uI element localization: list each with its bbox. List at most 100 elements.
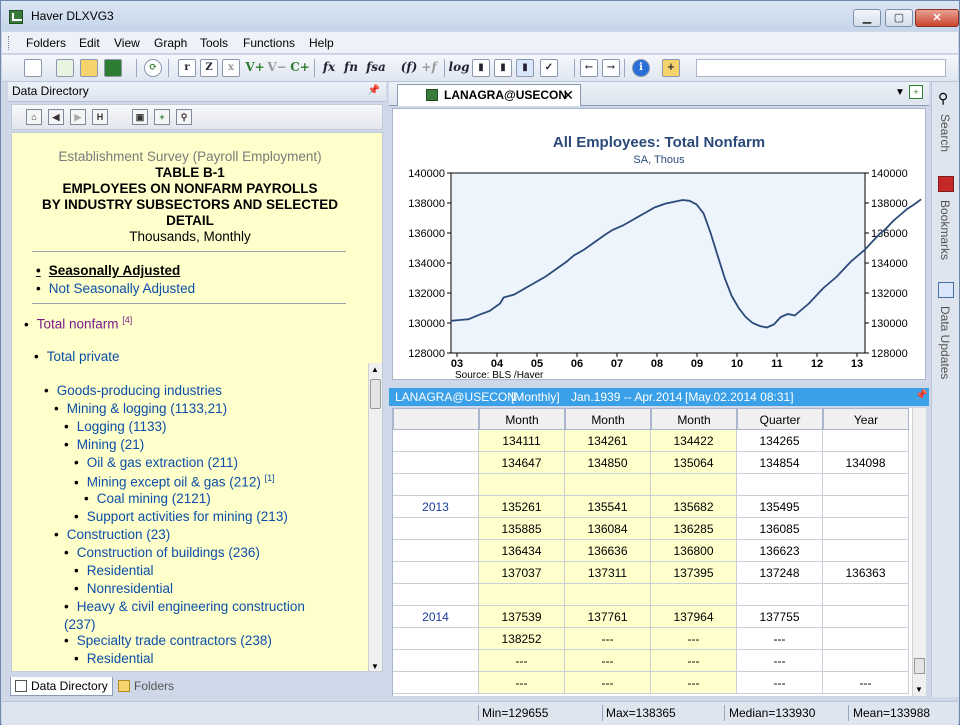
tree-item[interactable]: Residential <box>74 651 154 666</box>
tree-item[interactable]: Mining & logging (1133,21) <box>54 401 227 416</box>
table-cell[interactable]: 136084 <box>565 518 651 540</box>
table-cell[interactable] <box>823 474 909 496</box>
table-cell[interactable]: 134261 <box>565 430 651 452</box>
row-year-cell[interactable] <box>393 452 479 474</box>
forward-arrow-icon[interactable]: → <box>602 59 620 77</box>
fn-button[interactable]: fn <box>342 59 360 77</box>
tree-item[interactable]: Heavy & civil engineering construction <box>64 599 305 614</box>
table-cell[interactable]: 135541 <box>565 496 651 518</box>
tab-bookmarks[interactable]: Bookmarks <box>934 172 958 272</box>
menu-tools[interactable]: Tools <box>200 36 228 50</box>
table-cell[interactable] <box>823 496 909 518</box>
add-series-icon[interactable]: + <box>154 109 170 125</box>
table-cell[interactable]: 135495 <box>737 496 823 518</box>
row-year-cell[interactable] <box>393 584 479 606</box>
row-year-cell[interactable]: 2013 <box>393 496 479 518</box>
table-cell[interactable]: --- <box>565 628 651 650</box>
row-year-cell[interactable] <box>393 628 479 650</box>
row-year-cell[interactable] <box>393 650 479 672</box>
table-cell[interactable] <box>823 540 909 562</box>
tree-item[interactable]: Support activities for mining (213) <box>74 509 288 524</box>
table-cell[interactable]: 134854 <box>737 452 823 474</box>
table-cell[interactable]: --- <box>823 672 909 694</box>
tab-data-updates[interactable]: Data Updates <box>934 278 958 388</box>
table-cell[interactable] <box>737 584 823 606</box>
directory-scrollbar[interactable]: ▲ ▼ <box>368 363 382 671</box>
table-cell[interactable]: --- <box>565 672 651 694</box>
column-header[interactable]: Year <box>823 408 909 430</box>
table-cell[interactable]: 136636 <box>565 540 651 562</box>
table-cell[interactable]: 136363 <box>823 562 909 584</box>
table-cell[interactable]: 137037 <box>479 562 565 584</box>
c-plus-button[interactable]: C+ <box>289 59 311 77</box>
scroll-up-icon[interactable]: ▲ <box>371 365 379 374</box>
close-button[interactable]: ✕ <box>915 9 959 27</box>
paren-f-button[interactable]: (f) <box>398 59 420 77</box>
forward-icon[interactable]: ▶ <box>70 109 86 125</box>
back-arrow-icon[interactable]: ← <box>580 59 598 77</box>
info-icon[interactable]: i <box>632 59 650 77</box>
v-plus-button[interactable]: V+ <box>244 59 266 77</box>
tree-item[interactable]: Total private <box>34 349 120 364</box>
column-chart-icon[interactable]: ▮ <box>494 59 512 77</box>
seasonally-adjusted-link[interactable]: Seasonally Adjusted <box>36 263 181 278</box>
tree-item[interactable]: Logging (1133) <box>64 419 167 434</box>
column-header[interactable] <box>393 408 479 430</box>
row-year-cell[interactable]: 2014 <box>393 606 479 628</box>
tree-item[interactable]: Coal mining (2121) <box>84 491 211 506</box>
z-button[interactable]: Z <box>200 59 218 77</box>
dropdown-icon[interactable]: ▼ <box>895 87 905 98</box>
x-button[interactable]: x <box>222 59 240 77</box>
new-icon[interactable] <box>24 59 42 77</box>
row-year-cell[interactable] <box>393 430 479 452</box>
menu-edit[interactable]: Edit <box>79 36 100 50</box>
menu-folders[interactable]: Folders <box>26 36 66 50</box>
table-cell[interactable]: --- <box>651 672 737 694</box>
table-cell[interactable] <box>823 518 909 540</box>
row-year-cell[interactable] <box>393 518 479 540</box>
table-cell[interactable]: --- <box>651 650 737 672</box>
row-year-cell[interactable] <box>393 474 479 496</box>
column-header[interactable]: Month <box>565 408 651 430</box>
tree-item-continuation[interactable]: (237) <box>64 617 96 632</box>
fx-button[interactable]: fx <box>320 59 338 77</box>
scroll-down-icon[interactable]: ▼ <box>371 662 379 671</box>
table-cell[interactable]: 137311 <box>565 562 651 584</box>
table-cell[interactable]: --- <box>651 628 737 650</box>
table-cell[interactable] <box>479 474 565 496</box>
combo-chart-icon[interactable]: ▮ <box>516 59 534 77</box>
table-cell[interactable]: 136085 <box>737 518 823 540</box>
table-cell[interactable]: 135064 <box>651 452 737 474</box>
table-cell[interactable] <box>823 628 909 650</box>
column-header[interactable]: Month <box>479 408 565 430</box>
table-cell[interactable]: 134422 <box>651 430 737 452</box>
home-icon[interactable]: ⌂ <box>26 109 42 125</box>
pin-icon[interactable]: 📌 <box>915 390 927 401</box>
scroll-down-icon[interactable]: ▼ <box>915 685 923 694</box>
tab-search[interactable]: ⚲ Search <box>934 86 958 166</box>
table-cell[interactable]: 135682 <box>651 496 737 518</box>
table-cell[interactable]: --- <box>479 650 565 672</box>
tree-item[interactable]: Goods-producing industries <box>44 383 222 398</box>
table-cell[interactable] <box>565 584 651 606</box>
row-year-cell[interactable] <box>393 540 479 562</box>
new-graph-icon[interactable]: + <box>909 85 923 99</box>
table-cell[interactable]: 136434 <box>479 540 565 562</box>
table-cell[interactable] <box>823 606 909 628</box>
excel-icon[interactable] <box>104 59 122 77</box>
tree-item[interactable]: Mining (21) <box>64 437 145 452</box>
bar-chart-icon[interactable]: ▮ <box>472 59 490 77</box>
scroll-thumb[interactable] <box>914 658 925 674</box>
minimize-button[interactable]: ▁ <box>853 9 881 27</box>
table-cell[interactable]: 138252 <box>479 628 565 650</box>
table-cell[interactable]: 134098 <box>823 452 909 474</box>
table-cell[interactable]: 135885 <box>479 518 565 540</box>
r-button[interactable]: r <box>178 59 196 77</box>
table-cell[interactable]: --- <box>565 650 651 672</box>
table-cell[interactable] <box>823 650 909 672</box>
menu-view[interactable]: View <box>114 36 140 50</box>
table-cell[interactable]: 134850 <box>565 452 651 474</box>
pin-icon[interactable]: 📌 <box>368 85 380 96</box>
tab-folders[interactable]: Folders <box>114 677 178 696</box>
fsa-button[interactable]: fsa <box>364 59 388 77</box>
